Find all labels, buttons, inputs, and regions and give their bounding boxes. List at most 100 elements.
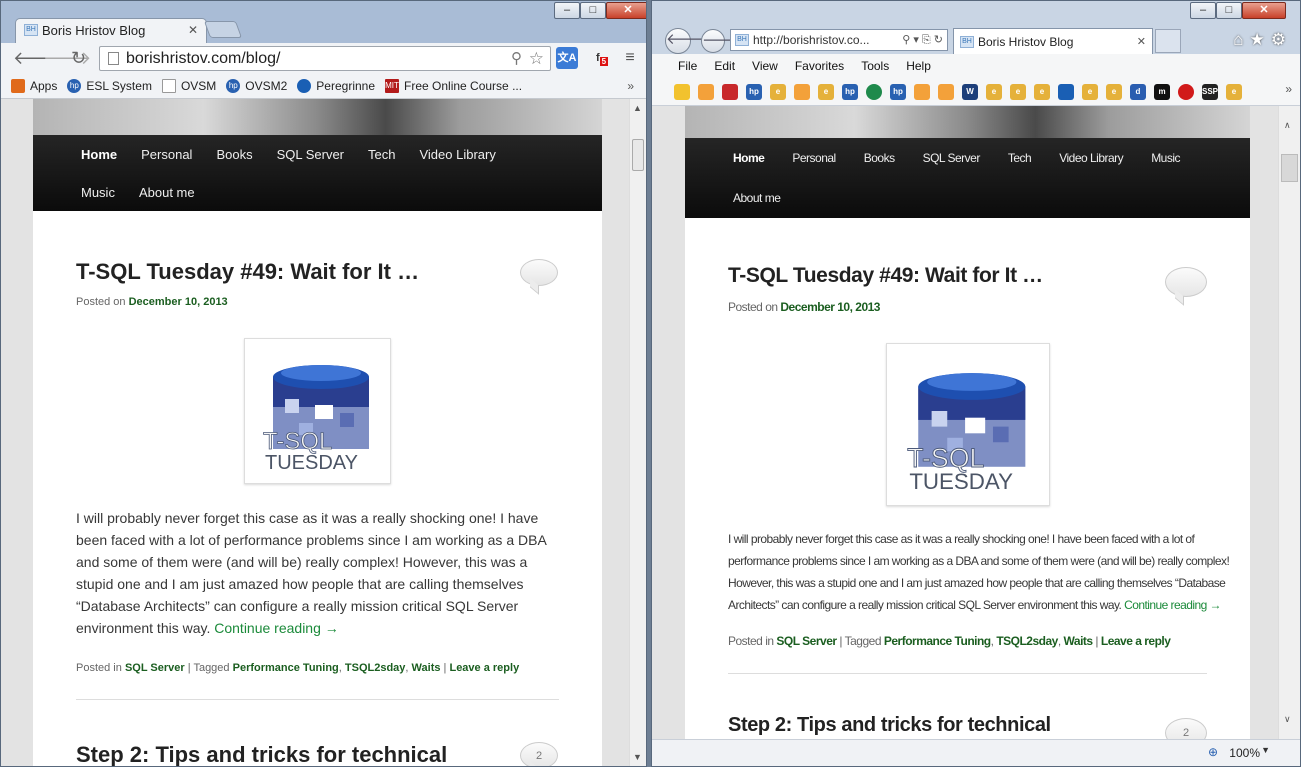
feed-icon[interactable] [794, 84, 810, 100]
menu-item-favorites[interactable]: Favorites [795, 59, 844, 73]
minimize-button[interactable]: ‒ [1190, 2, 1216, 19]
bookmark-item[interactable]: hp ESL System [67, 79, 152, 93]
menu-item-file[interactable]: File [678, 59, 697, 73]
comment-count-badge[interactable]: 2 [1165, 718, 1207, 739]
nav-item-video-library[interactable]: Video Library [419, 147, 495, 162]
nav-item-video-library[interactable]: Video Library [1059, 151, 1124, 165]
scroll-down-icon[interactable]: ▼ [633, 752, 642, 762]
post-date[interactable]: December 10, 2013 [780, 300, 880, 314]
bookmark-item[interactable]: Peregrinne [297, 79, 375, 93]
tag-link[interactable]: Waits [1064, 634, 1094, 648]
hp-icon[interactable]: hp [890, 84, 906, 100]
red-dot-icon[interactable] [1178, 84, 1194, 100]
forward-arrow-icon[interactable]: 🡒 [701, 29, 742, 53]
tag-link[interactable]: TSQL2sday [345, 662, 406, 674]
diamond-icon[interactable] [722, 84, 738, 100]
hp-icon[interactable]: hp [842, 84, 858, 100]
favorites-star-icon[interactable]: ★ [1250, 30, 1271, 49]
post-title[interactable]: T-SQL Tuesday #49: Wait for It … [76, 259, 419, 285]
ie-page-icon[interactable]: e [1082, 84, 1098, 100]
new-tab-button[interactable] [203, 21, 243, 38]
nav-item-about-me[interactable]: About me [139, 185, 195, 200]
post-title[interactable]: Step 2: Tips and tricks for technical [728, 714, 1051, 737]
extension-icon[interactable]: f5 [591, 47, 613, 69]
scroll-up-icon[interactable]: ∧ [1284, 120, 1291, 131]
m-icon[interactable]: m [1154, 84, 1170, 100]
back-arrow-icon[interactable]: 🡐 [665, 28, 706, 54]
bookmarks-overflow-icon[interactable]: » [627, 79, 634, 93]
zoom-level[interactable]: 100% [1229, 746, 1260, 760]
ie-page-icon[interactable]: e [1034, 84, 1050, 100]
tab-close-icon[interactable]: ✕ [1137, 29, 1146, 55]
maximize-button[interactable]: □ [1216, 2, 1242, 19]
ssp-icon[interactable]: SSP [1202, 84, 1218, 100]
address-bar[interactable]: BH http://borishristov.co... ⚲ ▾ ⎘ ↻ [730, 29, 948, 51]
nav-item-home[interactable]: Home [81, 147, 117, 162]
bookmark-item[interactable]: Apps [11, 79, 57, 93]
favorites-overflow-icon[interactable]: » [1285, 82, 1292, 96]
close-button[interactable]: ✕ [606, 2, 646, 19]
nav-item-tech[interactable]: Tech [1008, 151, 1032, 165]
post-date[interactable]: December 10, 2013 [129, 296, 228, 308]
menu-item-edit[interactable]: Edit [714, 59, 735, 73]
bookmark-item[interactable]: MIT Free Online Course ... [385, 79, 522, 93]
zoom-icon[interactable]: ⊕ [1208, 745, 1218, 759]
nav-item-music[interactable]: Music [1151, 151, 1180, 165]
globe-icon[interactable] [866, 84, 882, 100]
nav-item-sql-server[interactable]: SQL Server [923, 151, 981, 165]
home-icon[interactable]: ⌂ [1233, 30, 1249, 49]
scroll-down-icon[interactable]: ∨ [1284, 714, 1291, 725]
search-refresh-icons[interactable]: ⚲ ▾ ⎘ ↻ [902, 30, 943, 50]
scroll-thumb[interactable] [632, 139, 644, 171]
comment-bubble-icon[interactable] [520, 259, 558, 286]
menu-item-help[interactable]: Help [906, 59, 931, 73]
reload-icon[interactable]: ↻ [71, 48, 86, 69]
d-icon[interactable]: d [1130, 84, 1146, 100]
nav-item-about-me[interactable]: About me [733, 191, 781, 205]
ie-page-icon[interactable]: e [818, 84, 834, 100]
browser-tab[interactable]: BH Boris Hristov Blog ✕ [15, 18, 207, 43]
nav-item-personal[interactable]: Personal [792, 151, 836, 165]
translate-icon[interactable]: 文A [556, 47, 578, 69]
category-link[interactable]: SQL Server [776, 634, 837, 648]
bookmark-star-icon[interactable]: ☆ [529, 47, 544, 70]
maximize-button[interactable]: □ [580, 2, 606, 19]
minimize-button[interactable]: ‒ [554, 2, 580, 19]
w-icon[interactable]: W [962, 84, 978, 100]
search-icon[interactable]: ⚲ [511, 47, 522, 70]
ie-page-icon[interactable]: e [1226, 84, 1242, 100]
peregrine-icon[interactable] [1058, 84, 1074, 100]
menu-item-tools[interactable]: Tools [861, 59, 889, 73]
feed-icon[interactable] [914, 84, 930, 100]
zoom-dropdown-icon[interactable]: ▼ [1261, 745, 1270, 755]
star-icon[interactable] [674, 84, 690, 100]
menu-item-view[interactable]: View [752, 59, 778, 73]
nav-item-personal[interactable]: Personal [141, 147, 192, 162]
comment-count-badge[interactable]: 2 [520, 742, 558, 766]
tag-link[interactable]: Waits [412, 662, 441, 674]
vertical-scrollbar[interactable]: ▲ ▼ [629, 99, 646, 766]
bookmark-item[interactable]: OVSM [161, 79, 216, 93]
address-bar[interactable]: borishristov.com/blog/ ⚲ ☆ [99, 46, 551, 71]
nav-item-music[interactable]: Music [81, 185, 115, 200]
continue-reading-link[interactable]: Continue reading → [1124, 598, 1221, 612]
ie-page-icon[interactable]: e [1010, 84, 1026, 100]
nav-item-sql-server[interactable]: SQL Server [277, 147, 344, 162]
feed-icon[interactable] [938, 84, 954, 100]
hp-icon[interactable]: hp [746, 84, 762, 100]
ie-page-icon[interactable]: e [770, 84, 786, 100]
ie-page-icon[interactable]: e [986, 84, 1002, 100]
scroll-up-icon[interactable]: ▲ [633, 103, 642, 113]
tab-close-icon[interactable]: ✕ [188, 19, 198, 42]
feed-icon[interactable] [698, 84, 714, 100]
bookmark-item[interactable]: hp OVSM2 [226, 79, 287, 93]
ie-page-icon[interactable]: e [1106, 84, 1122, 100]
close-button[interactable]: ✕ [1242, 2, 1286, 19]
nav-item-books[interactable]: Books [216, 147, 252, 162]
nav-item-home[interactable]: Home [733, 151, 765, 165]
browser-tab[interactable]: BH Boris Hristov Blog ✕ [953, 28, 1153, 54]
leave-reply-link[interactable]: Leave a reply [449, 662, 519, 674]
menu-icon[interactable]: ≡ [619, 47, 641, 69]
new-tab-button[interactable] [1155, 29, 1181, 53]
gear-icon[interactable]: ⚙ [1271, 30, 1292, 49]
